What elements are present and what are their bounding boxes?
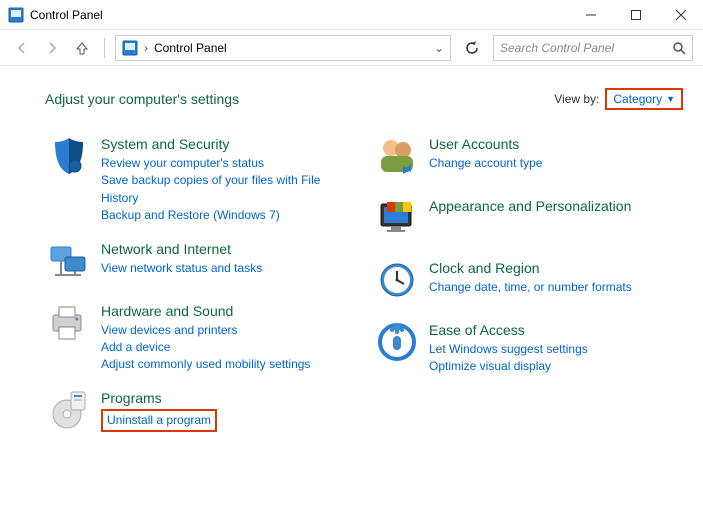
viewby-dropdown[interactable]: Category ▼ xyxy=(605,88,683,110)
category-link[interactable]: Save backup copies of your files with Fi… xyxy=(101,172,355,207)
category-link[interactable]: Let Windows suggest settings xyxy=(429,341,588,358)
category-link[interactable]: View network status and tasks xyxy=(101,260,262,277)
category-title[interactable]: User Accounts xyxy=(429,136,542,152)
programs-icon xyxy=(45,388,93,436)
category-system-security: System and Security Review your computer… xyxy=(45,134,355,225)
chevron-down-icon[interactable]: ⌄ xyxy=(233,41,444,55)
refresh-button[interactable] xyxy=(457,35,487,61)
close-button[interactable] xyxy=(658,0,703,30)
content-area: Adjust your computer's settings View by:… xyxy=(0,66,703,470)
viewby-value: Category xyxy=(613,92,662,106)
category-title[interactable]: Network and Internet xyxy=(101,241,262,257)
category-appearance: Appearance and Personalization xyxy=(373,196,683,244)
category-link[interactable]: View devices and printers xyxy=(101,322,310,339)
address-bar[interactable]: › Control Panel ⌄ xyxy=(115,35,451,61)
navbar: › Control Panel ⌄ xyxy=(0,30,703,66)
category-user-accounts: User Accounts Change account type xyxy=(373,134,683,182)
category-link[interactable]: Adjust commonly used mobility settings xyxy=(101,356,310,373)
category-link-uninstall[interactable]: Uninstall a program xyxy=(107,412,211,429)
category-column-left: System and Security Review your computer… xyxy=(45,134,355,450)
category-link[interactable]: Backup and Restore (Windows 7) xyxy=(101,207,355,224)
category-link[interactable]: Review your computer's status xyxy=(101,155,355,172)
category-ease-of-access: Ease of Access Let Windows suggest setti… xyxy=(373,320,683,376)
network-icon xyxy=(45,239,93,287)
back-button[interactable] xyxy=(10,36,34,60)
titlebar: Control Panel xyxy=(0,0,703,30)
category-clock-region: Clock and Region Change date, time, or n… xyxy=(373,258,683,306)
window-title: Control Panel xyxy=(30,8,568,22)
category-title[interactable]: Programs xyxy=(101,390,217,406)
separator xyxy=(104,38,105,58)
maximize-button[interactable] xyxy=(613,0,658,30)
printer-icon xyxy=(45,301,93,349)
category-title[interactable]: Clock and Region xyxy=(429,260,632,276)
category-title[interactable]: Hardware and Sound xyxy=(101,303,310,319)
control-panel-icon xyxy=(122,40,138,56)
user-accounts-icon xyxy=(373,134,421,182)
category-link[interactable]: Add a device xyxy=(101,339,310,356)
minimize-button[interactable] xyxy=(568,0,613,30)
category-link[interactable]: Change date, time, or number formats xyxy=(429,279,632,296)
up-button[interactable] xyxy=(70,36,94,60)
search-input[interactable] xyxy=(500,41,672,55)
forward-button[interactable] xyxy=(40,36,64,60)
category-column-right: User Accounts Change account type Appear… xyxy=(373,134,683,450)
category-title[interactable]: Appearance and Personalization xyxy=(429,198,631,214)
clock-icon xyxy=(373,258,421,306)
ease-of-access-icon xyxy=(373,320,421,368)
category-hardware-sound: Hardware and Sound View devices and prin… xyxy=(45,301,355,374)
viewby-label: View by: xyxy=(554,92,599,106)
breadcrumb-item[interactable]: Control Panel xyxy=(154,41,227,55)
category-title[interactable]: System and Security xyxy=(101,136,355,152)
category-title[interactable]: Ease of Access xyxy=(429,322,588,338)
appearance-icon xyxy=(373,196,421,244)
category-programs: Programs Uninstall a program xyxy=(45,388,355,436)
control-panel-icon xyxy=(8,7,24,23)
chevron-down-icon: ▼ xyxy=(666,94,675,104)
page-heading: Adjust your computer's settings xyxy=(45,91,239,107)
shield-icon xyxy=(45,134,93,182)
search-box[interactable] xyxy=(493,35,693,61)
chevron-right-icon: › xyxy=(144,41,148,55)
category-network-internet: Network and Internet View network status… xyxy=(45,239,355,287)
category-link[interactable]: Optimize visual display xyxy=(429,358,588,375)
category-link[interactable]: Change account type xyxy=(429,155,542,172)
search-icon[interactable] xyxy=(672,41,686,55)
